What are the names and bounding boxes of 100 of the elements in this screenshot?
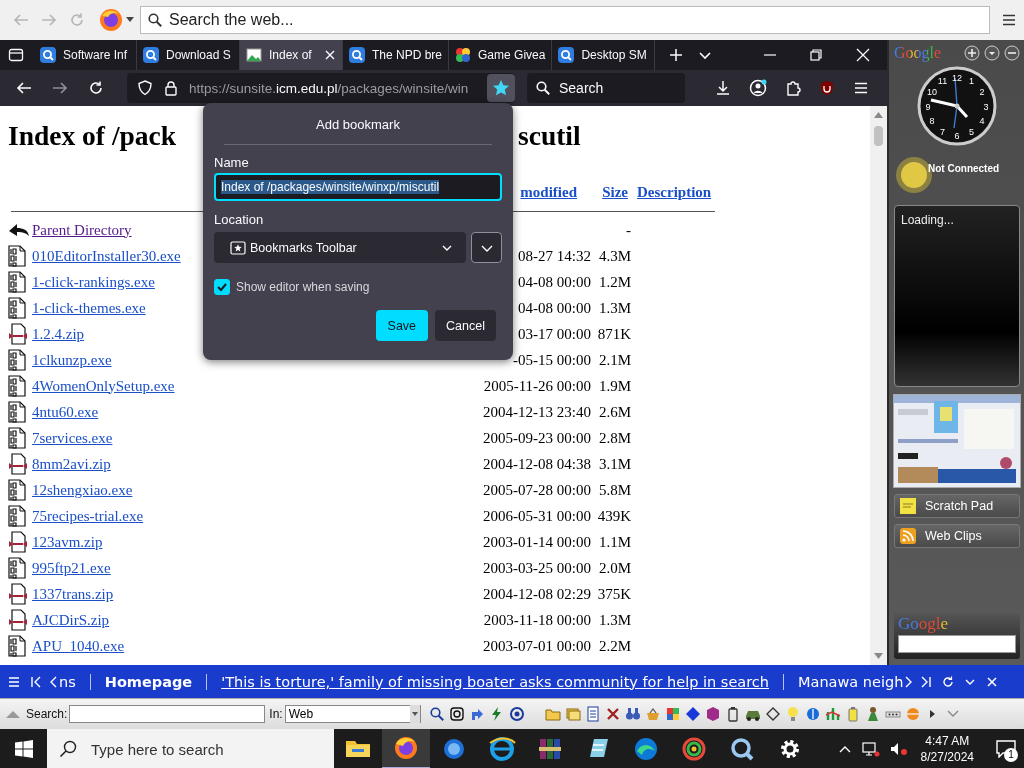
lock-icon[interactable] [163, 80, 179, 96]
column-header-link[interactable]: Description [637, 183, 712, 201]
file-link[interactable]: 1-click-rankings.exe [32, 273, 155, 290]
file-link[interactable]: 010EditorInstaller30.exe [32, 247, 181, 264]
binoculars-icon[interactable] [624, 706, 641, 722]
account-icon[interactable] [749, 79, 767, 97]
expand-button[interactable] [471, 232, 502, 263]
chart-icon[interactable] [824, 706, 841, 722]
checkbox[interactable] [214, 279, 230, 295]
file-link[interactable]: AJCDirS.zip [32, 611, 110, 628]
skip-back-icon[interactable] [30, 675, 42, 688]
forward-icon[interactable] [52, 80, 68, 96]
basket-icon[interactable] [644, 706, 661, 722]
clock-numeral: 7 [940, 126, 945, 137]
browser-logo-icon[interactable] [392, 734, 420, 762]
file-link[interactable]: 1337trans.zip [32, 585, 114, 602]
date-cell: 2005-11-26 00:00 [483, 377, 591, 395]
headline-link[interactable]: 'This is torture,' family of missing boater asks community for help in search [221, 673, 769, 690]
browser-tab[interactable]: Index of [240, 40, 343, 70]
file-link[interactable]: 4WomenOnlySetup.exe [32, 377, 175, 394]
previous-icon[interactable] [49, 675, 57, 688]
taskbar-search-field[interactable]: Type here to search [47, 729, 334, 768]
cross-icon[interactable] [604, 706, 621, 722]
file-link[interactable]: 1.2.4.zip [32, 325, 85, 342]
new-tab-icon[interactable] [669, 48, 684, 62]
file-link[interactable]: 123avm.zip [32, 533, 103, 550]
web-clips-button[interactable]: Web Clips [894, 524, 1020, 548]
scrollbar-thumb[interactable] [874, 126, 883, 146]
wave-icon[interactable] [632, 735, 660, 763]
date-cell: -05-15 00:00 [513, 351, 591, 369]
location-dropdown[interactable]: Bookmarks Toolbar [214, 232, 466, 263]
shield-icon[interactable] [819, 80, 835, 96]
skip-forward-icon[interactable] [920, 675, 933, 688]
file-link[interactable]: 995ftp21.exe [32, 559, 111, 576]
scroll-down-icon[interactable] [874, 653, 883, 659]
puzzle-icon[interactable] [785, 80, 801, 96]
size-cell: 2.6M [598, 403, 631, 421]
close-icon[interactable] [856, 48, 870, 62]
scope-label: In: [269, 707, 283, 721]
binary-file-icon [8, 635, 26, 657]
save-button[interactable]: Save [375, 310, 429, 341]
search-field[interactable]: Search [527, 73, 685, 103]
name-field[interactable]: Index of /packages/winsite/winxp/miscutil [214, 173, 502, 201]
file-link[interactable]: 1clkunzp.exe [32, 351, 112, 368]
cancel-button[interactable]: Cancel [435, 310, 496, 341]
reload-icon[interactable] [88, 80, 104, 96]
file-link[interactable]: 1-click-themes.exe [32, 299, 146, 316]
ring-icon[interactable] [508, 706, 525, 722]
zip-file-icon [8, 583, 28, 605]
magnifier-icon[interactable] [728, 735, 756, 763]
refresh-icon[interactable] [942, 675, 955, 688]
cube-icon[interactable] [704, 706, 721, 722]
bookmark-star-button[interactable] [487, 74, 515, 102]
caret-icon[interactable] [126, 17, 134, 23]
download-icon[interactable] [715, 80, 731, 96]
magnifier-icon[interactable] [428, 706, 445, 722]
scroll-up-icon[interactable] [874, 112, 883, 118]
menu-icon[interactable] [1001, 12, 1017, 28]
back-icon[interactable] [16, 80, 32, 96]
tab-list-icon[interactable] [8, 47, 24, 63]
next-icon[interactable] [905, 675, 914, 688]
search-input[interactable] [69, 705, 266, 723]
search-field[interactable] [898, 635, 1016, 653]
date-cell: 2003-11-18 00:00 [483, 611, 591, 629]
scratch-pad-button[interactable]: Scratch Pad [894, 494, 1020, 518]
frame-icon[interactable] [448, 706, 465, 722]
search-field[interactable]: Search the web... [140, 6, 990, 34]
file-link[interactable]: 12shengxiao.exe [32, 481, 133, 498]
column-header-link[interactable]: modified [520, 183, 577, 201]
scope-dropdown[interactable]: Web [284, 705, 421, 723]
taskbar-clock[interactable]: 4:47 AM 8/27/2024 [920, 733, 974, 765]
column-header-link[interactable]: Size [602, 183, 631, 201]
diamond-icon[interactable] [764, 706, 781, 722]
close-icon[interactable] [986, 675, 999, 688]
file-link[interactable]: 75recipes-trial.exe [32, 507, 144, 524]
clock-numeral: 10 [926, 87, 937, 97]
plus-icon[interactable] [964, 45, 980, 61]
network-icon[interactable] [861, 741, 880, 757]
speaker-muted-icon[interactable] [889, 741, 908, 757]
notification-icon[interactable] [996, 740, 1016, 758]
menu-icon[interactable] [853, 80, 869, 96]
swirl-icon[interactable] [680, 735, 708, 763]
close-icon[interactable] [324, 49, 336, 61]
page-icon[interactable] [584, 706, 601, 722]
minus-icon[interactable] [1004, 45, 1020, 61]
windows-start-icon[interactable] [15, 740, 33, 758]
file-link[interactable]: 8mm2avi.zip [32, 455, 111, 472]
shield-icon[interactable] [137, 80, 153, 96]
homepage-link[interactable]: Homepage [104, 673, 193, 690]
browser-logo-icon[interactable] [99, 8, 123, 32]
grid-icon[interactable] [664, 706, 681, 722]
globe-e-icon[interactable] [488, 735, 516, 763]
dropdown-icon[interactable] [984, 45, 1000, 61]
parent-directory-link[interactable]: Parent Directory [32, 221, 132, 238]
diamond-icon[interactable] [684, 706, 701, 722]
restore-icon[interactable] [810, 49, 822, 61]
file-link[interactable]: APU_1040.exe [32, 637, 125, 654]
stack-icon[interactable] [564, 706, 581, 722]
file-link[interactable]: 4ntu60.exe [32, 403, 99, 420]
file-link[interactable]: 7services.exe [32, 429, 113, 446]
